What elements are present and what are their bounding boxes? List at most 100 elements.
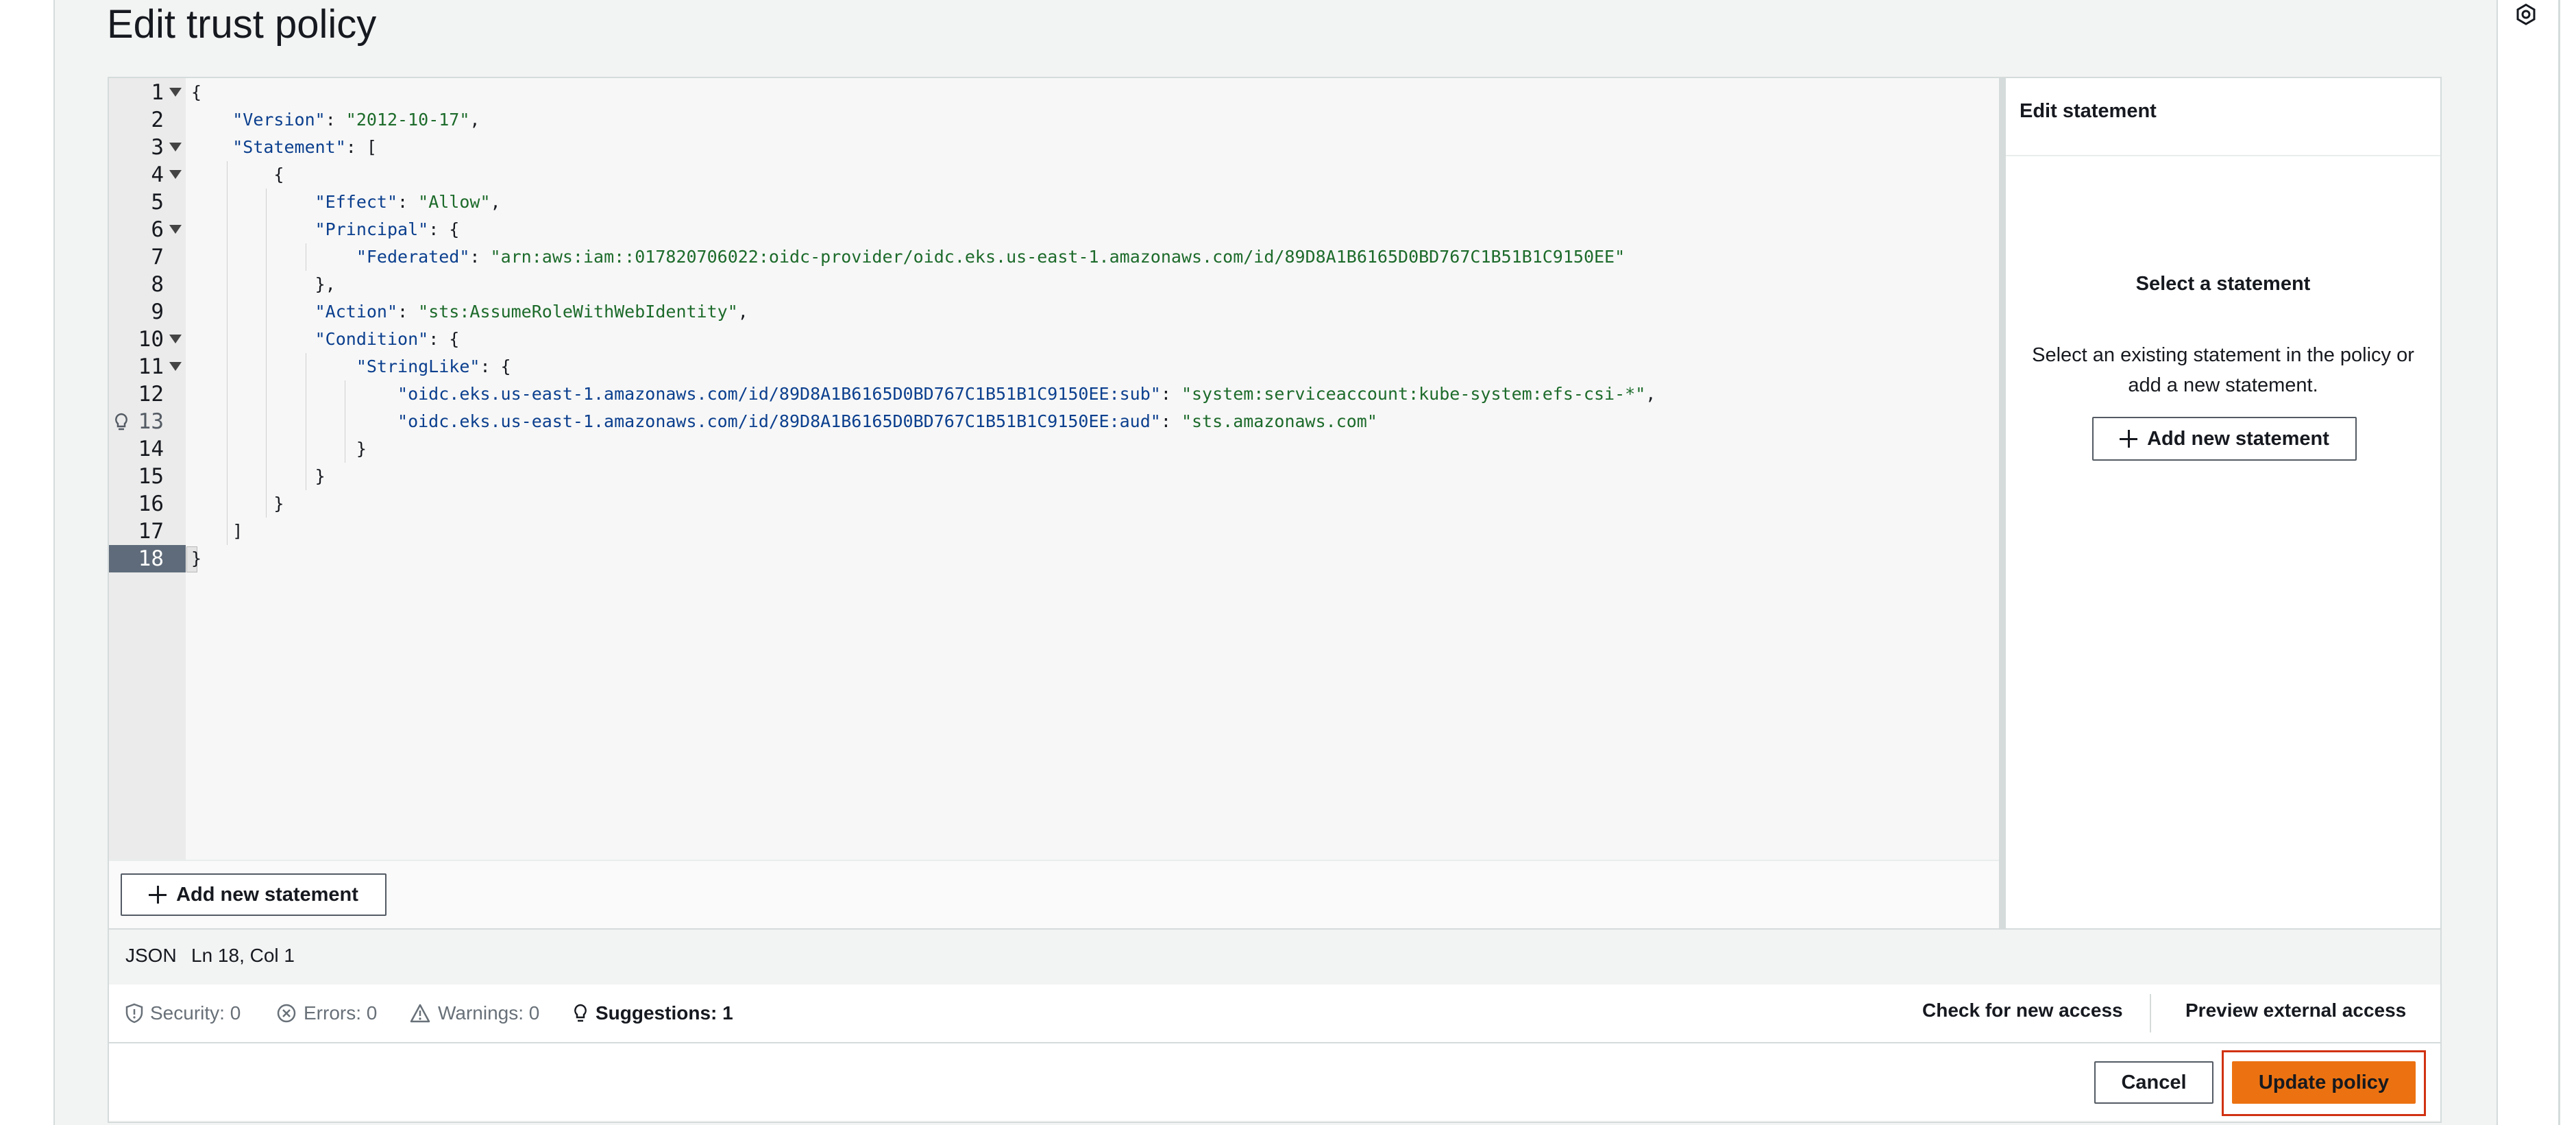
line-number: 4 [151,162,164,187]
fold-arrow-icon[interactable] [169,88,182,97]
gutter-row: 3 [109,134,186,161]
code-line: "Federated": "arn:aws:iam::017820706022:… [356,247,1626,267]
code-line: { [273,165,284,184]
code-line: } [356,439,367,459]
empty-state-description: Select an existing statement in the poli… [2032,344,2414,396]
code-line: "oidc.eks.us-east-1.amazonaws.com/id/89D… [397,411,1377,431]
line-number: 3 [151,135,164,160]
plus-icon [2120,430,2138,448]
suggestions-count[interactable]: Suggestions: 1 [572,1001,733,1026]
code-line: "Principal": { [315,219,460,239]
line-number: 13 [138,409,164,434]
code-editor[interactable]: { "Version": "2012-10-17", "Statement": … [186,78,1999,860]
errors-count[interactable]: Errors: 0 [276,1001,377,1026]
code-line: } [191,548,202,568]
fold-arrow-icon[interactable] [169,225,182,234]
code-line: "Version": "2012-10-17", [232,110,480,130]
gutter-row: 9 [109,298,186,326]
code-line: "Condition": { [315,329,460,349]
security-label: Security: 0 [150,1002,241,1024]
plus-icon [149,886,167,904]
add-new-statement-label: Add new statement [176,883,358,906]
line-number: 9 [151,300,164,324]
fold-arrow-icon[interactable] [169,143,182,152]
fold-arrow-icon[interactable] [169,362,182,371]
validation-divider [2150,994,2151,1032]
line-number: 14 [138,437,164,461]
fold-arrow-icon[interactable] [169,335,182,343]
line-number: 7 [151,245,164,269]
suggestions-label: Suggestions: 1 [596,1002,733,1024]
validation-bar: Security: 0 Errors: 0 Warnings: 0 Sugges… [109,984,2440,1043]
editor-status-bar: JSON Ln 18, Col 1 [109,928,2440,986]
editor-actions-bar: Add new statement [109,860,1999,930]
gutter-row: 8 [109,271,186,298]
line-number: 6 [151,217,164,242]
code-line: } [273,494,284,513]
shield-icon [125,1003,143,1024]
warning-icon [410,1004,430,1023]
code-line: "Action": "sts:AssumeRoleWithWebIdentity… [315,302,748,322]
gutter-row: 5 [109,189,186,216]
preview-external-access-button[interactable]: Preview external access [2185,1000,2406,1021]
errors-label: Errors: 0 [304,1002,378,1024]
warnings-label: Warnings: 0 [438,1002,540,1024]
code-line: }, [315,274,336,294]
gutter-row: 6 [109,216,186,243]
add-new-statement-button[interactable]: Add new statement [121,873,387,916]
line-number: 12 [138,382,164,407]
code-line: { [191,82,202,102]
cancel-button[interactable]: Cancel [2094,1061,2213,1104]
edit-statement-header: Edit statement [2006,78,2440,156]
side-add-new-statement-label: Add new statement [2147,427,2329,450]
gutter-row: 4 [109,161,186,189]
line-number: 1 [151,80,164,105]
error-icon [277,1004,296,1023]
check-for-new-access-button[interactable]: Check for new access [1922,1000,2123,1021]
line-number: 15 [138,464,164,489]
update-policy-label: Update policy [2258,1071,2390,1093]
side-add-new-statement-button[interactable]: Add new statement [2092,417,2357,461]
panel-resize-handle[interactable] [1999,78,2006,928]
gutter-row: 2 [109,106,186,134]
line-number-gutter: 1 2 3 4 5 6 7 8 9 10 11 12 13 14 15 16 1… [109,78,186,860]
gutter-row: 7 [109,243,186,271]
gutter-row: 15 [109,463,186,490]
update-policy-button[interactable]: Update policy [2232,1061,2416,1104]
gutter-row: 1 [109,79,186,106]
code-line: "Statement": [ [232,137,377,157]
security-count[interactable]: Security: 0 [125,1001,241,1026]
edit-statement-title: Edit statement [2020,100,2157,122]
fold-arrow-icon[interactable] [169,170,182,179]
code-line: "Effect": "Allow", [315,192,501,212]
line-number: 5 [151,190,164,215]
page-title: Edit trust policy [107,2,377,47]
gutter-row-active: 18 [109,545,186,572]
line-number: 11 [138,354,164,379]
warnings-count[interactable]: Warnings: 0 [409,1001,539,1026]
lightbulb-icon [574,1004,587,1022]
gutter-row: 12 [109,380,186,408]
settings-icon[interactable] [2514,3,2538,26]
line-number: 10 [138,327,164,352]
gutter-row: 13 [109,408,186,435]
gutter-row: 10 [109,326,186,353]
language-indicator: JSON [125,945,177,966]
left-page-gutter [0,0,55,1125]
cursor-position: Ln 18, Col 1 [191,945,295,966]
gutter-row: 16 [109,490,186,518]
code-line: ] [232,521,243,541]
line-number: 17 [138,519,164,544]
code-line: "oidc.eks.us-east-1.amazonaws.com/id/89D… [397,384,1656,404]
line-number: 18 [138,546,164,571]
right-strip-divider [2558,0,2560,1125]
code-line: "StringLike": { [356,356,511,376]
line-number: 16 [138,492,164,516]
gutter-row: 11 [109,353,186,380]
right-help-panel-strip [2497,0,2576,1125]
lightbulb-icon[interactable] [112,412,131,431]
code-line: } [315,466,326,486]
edit-statement-panel: Edit statement Select a statement Select… [2006,78,2440,928]
line-number: 8 [151,272,164,297]
line-number: 2 [151,108,164,132]
